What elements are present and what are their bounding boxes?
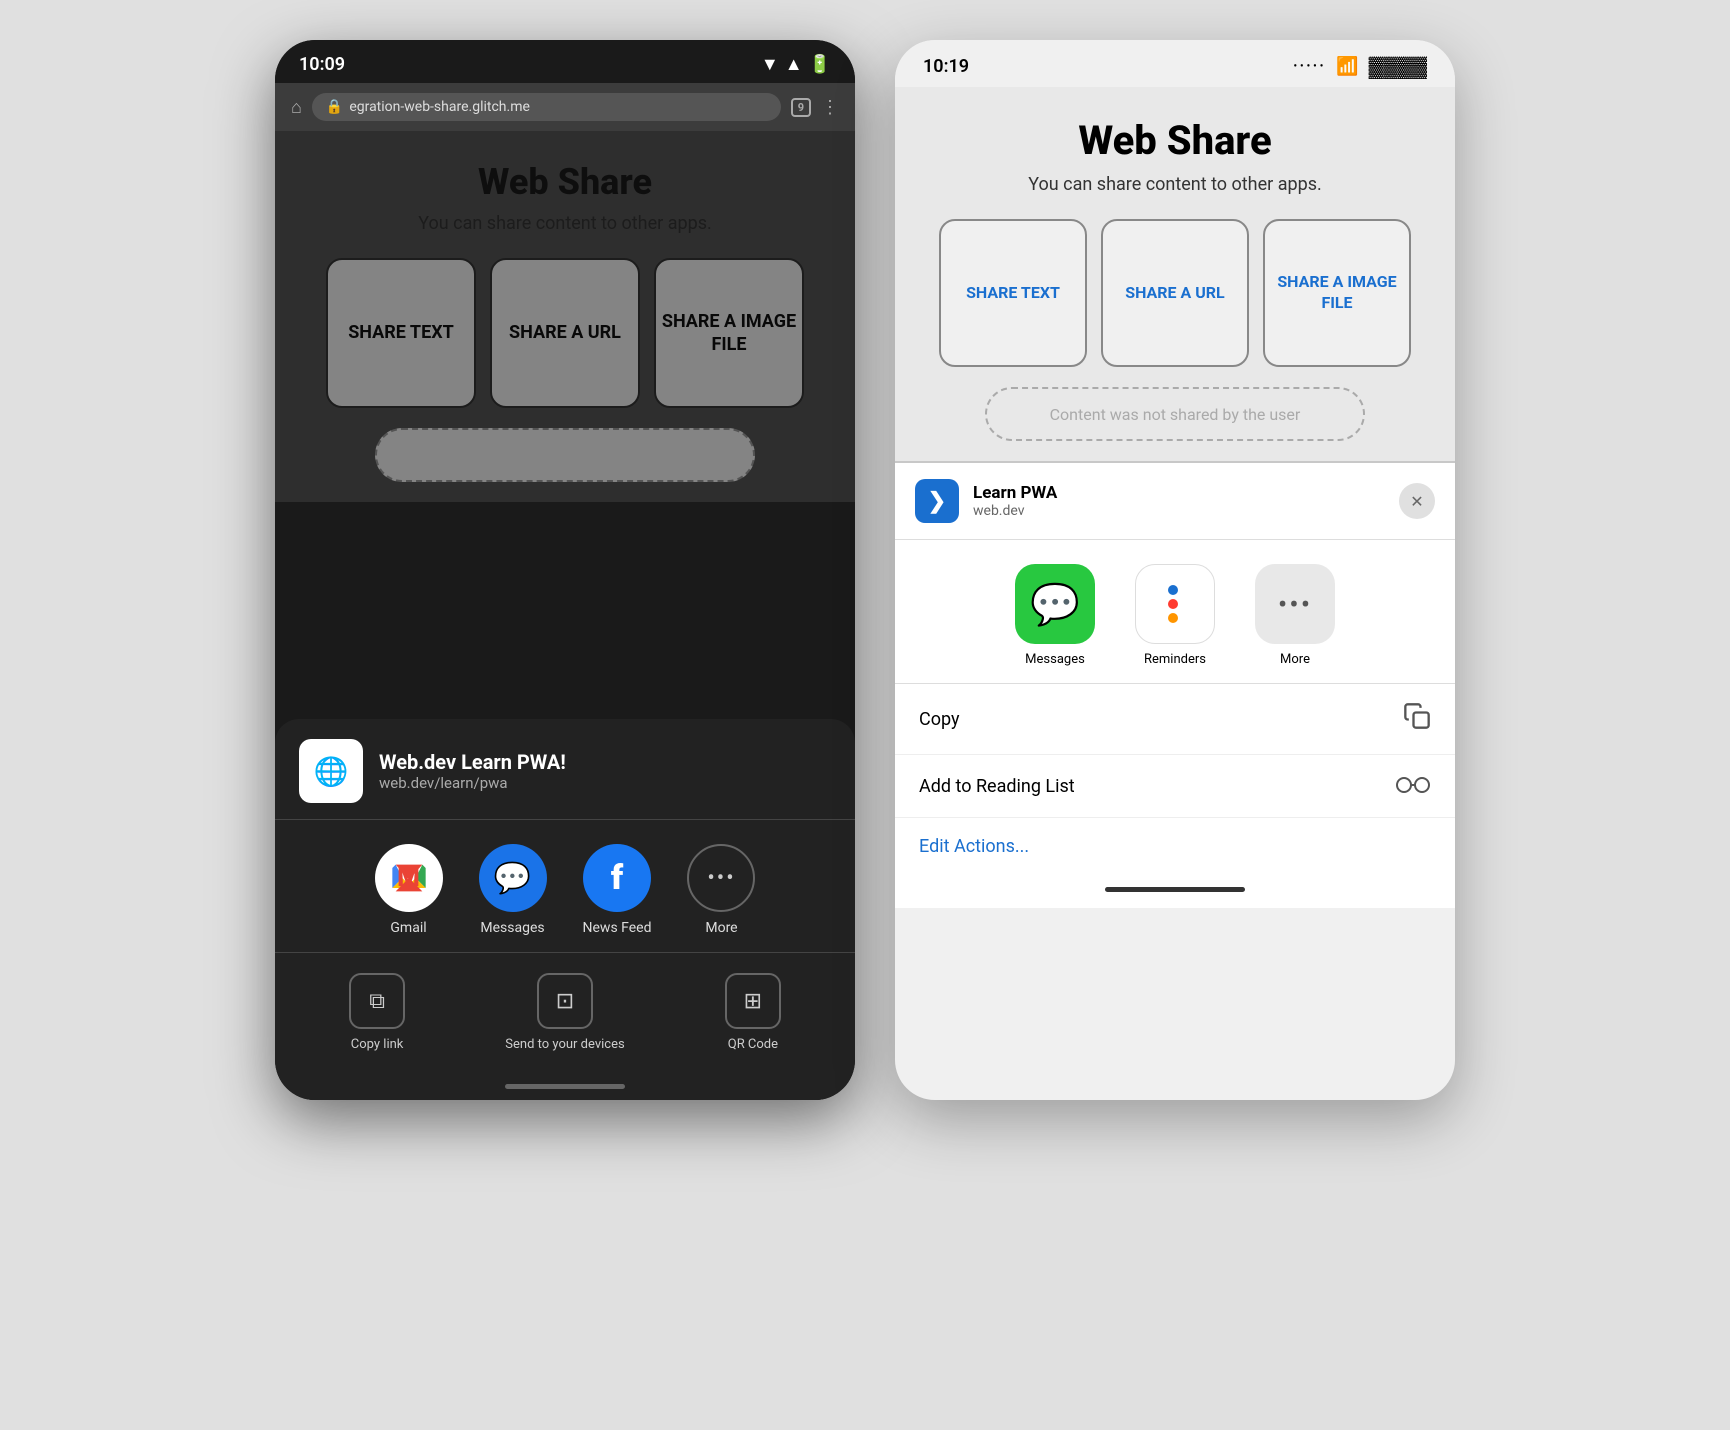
signal-dots-icon: ••••• — [1294, 61, 1327, 72]
ios-home-indicator — [1105, 887, 1245, 892]
ios-reminders-icon — [1135, 564, 1215, 644]
battery-icon: ▓▓▓▓ — [1369, 54, 1427, 79]
ios-share-buttons-row: SHARE TEXT SHARE A URL SHARE A IMAGE FIL… — [925, 219, 1425, 367]
ios-more-icon: ••• — [1255, 564, 1335, 644]
android-statusbar: 10:09 ▼ ▲ 🔋 — [275, 40, 855, 83]
android-phone: 10:09 ▼ ▲ 🔋 ⌂ 🔒 egration-web-share.glitc… — [275, 40, 855, 1100]
address-bar[interactable]: 🔒 egration-web-share.glitch.me — [312, 93, 781, 121]
qr-code-label: QR Code — [728, 1037, 778, 1052]
sharesheet-header: 🌐 Web.dev Learn PWA! web.dev/learn/pwa — [275, 719, 855, 820]
ios-time: 10:19 — [923, 56, 969, 77]
sharesheet-app-icon: 🌐 — [299, 739, 363, 803]
facebook-icon: f — [583, 844, 651, 912]
home-icon[interactable]: ⌂ — [291, 97, 302, 118]
more-label: More — [705, 920, 737, 936]
android-urlbar: ⌂ 🔒 egration-web-share.glitch.me 9 ⋮ — [275, 83, 855, 131]
ios-edit-actions[interactable]: Edit Actions... — [895, 818, 1455, 875]
ios-copy-label: Copy — [919, 709, 960, 730]
ios-messages-icon: 💬 — [1015, 564, 1095, 644]
ios-statusbar: 10:19 ••••• 📶 ▓▓▓▓ — [895, 40, 1455, 87]
ios-action-copy[interactable]: Copy — [895, 684, 1455, 755]
ios-sharesheet-title: Learn PWA web.dev — [973, 483, 1385, 519]
gmail-label: Gmail — [390, 920, 426, 936]
sharesheet-app-more[interactable]: ••• More — [687, 844, 755, 936]
ios-reminders-label: Reminders — [1144, 652, 1206, 667]
menu-icon[interactable]: ⋮ — [821, 97, 839, 118]
sharesheet-apps-row: M Gmail 💬 Messages f News Feed ••• — [275, 820, 855, 953]
gmail-icon: M — [375, 844, 443, 912]
ios-app-name: Learn PWA — [973, 483, 1385, 503]
ios-sharesheet-header: ❯ Learn PWA web.dev ✕ — [895, 463, 1455, 540]
home-bar-line — [505, 1084, 625, 1089]
statusbar-icons: ▼ ▲ 🔋 — [761, 54, 831, 75]
ios-action-reading-list[interactable]: Add to Reading List — [895, 755, 1455, 818]
ios-app-reminders[interactable]: Reminders — [1135, 564, 1215, 667]
ios-share-image-button[interactable]: SHARE A IMAGE FILE — [1263, 219, 1411, 367]
dark-overlay — [275, 131, 855, 502]
sharesheet-title: Web.dev Learn PWA! — [379, 750, 566, 774]
ios-more-label: More — [1280, 652, 1310, 667]
more-icon: ••• — [687, 844, 755, 912]
send-devices-icon: ⊡ — [537, 973, 593, 1029]
android-sharesheet: 🌐 Web.dev Learn PWA! web.dev/learn/pwa — [275, 719, 855, 1100]
action-qr-code[interactable]: ⊞ QR Code — [725, 973, 781, 1052]
sharesheet-app-newsfeed[interactable]: f News Feed — [583, 844, 652, 936]
wifi-icon: 📶 — [1336, 56, 1358, 77]
ios-home-bar — [895, 875, 1455, 908]
messages-icon: 💬 — [479, 844, 547, 912]
ios-reading-list-label: Add to Reading List — [919, 776, 1075, 797]
ios-messages-label: Messages — [1025, 652, 1085, 667]
ios-app-more[interactable]: ••• More — [1255, 564, 1335, 667]
sharesheet-actions: ⧉ Copy link ⊡ Send to your devices ⊞ QR … — [275, 953, 855, 1072]
sharesheet-app-messages[interactable]: 💬 Messages — [479, 844, 547, 936]
action-copy-link[interactable]: ⧉ Copy link — [349, 973, 405, 1052]
qr-code-icon: ⊞ — [725, 973, 781, 1029]
copy-link-icon: ⧉ — [349, 973, 405, 1029]
ios-web-content: Web Share You can share content to other… — [895, 87, 1455, 461]
android-home-bar — [275, 1072, 855, 1100]
wifi-icon: ▼ — [761, 54, 779, 75]
ios-app-messages[interactable]: 💬 Messages — [1015, 564, 1095, 667]
ios-web-title: Web Share — [925, 117, 1425, 164]
ios-status-box: Content was not shared by the user — [985, 387, 1365, 441]
ios-web-subtitle: You can share content to other apps. — [925, 174, 1425, 195]
ios-copy-icon — [1403, 702, 1431, 736]
ios-phone: 10:19 ••••• 📶 ▓▓▓▓ Web Share You can sha… — [895, 40, 1455, 1100]
ios-glasses-icon — [1395, 773, 1431, 799]
sharesheet-app-gmail[interactable]: M Gmail — [375, 844, 443, 936]
newsfeed-label: News Feed — [583, 920, 652, 936]
send-devices-label: Send to your devices — [505, 1037, 624, 1052]
ios-apps-row: 💬 Messages — [895, 540, 1455, 684]
url-text: egration-web-share.glitch.me — [349, 99, 530, 115]
globe-icon: 🌐 — [314, 755, 349, 788]
battery-icon: 🔋 — [809, 54, 831, 75]
messages-label: Messages — [480, 920, 544, 936]
ios-close-button[interactable]: ✕ — [1399, 483, 1435, 519]
ios-statusbar-icons: ••••• 📶 ▓▓▓▓ — [1294, 54, 1427, 79]
ios-status-text: Content was not shared by the user — [1050, 405, 1301, 424]
sharesheet-url: web.dev/learn/pwa — [379, 774, 566, 792]
tabs-badge[interactable]: 9 — [791, 98, 811, 117]
copy-link-label: Copy link — [351, 1037, 404, 1052]
ios-share-text-button[interactable]: SHARE TEXT — [939, 219, 1087, 367]
sharesheet-info: Web.dev Learn PWA! web.dev/learn/pwa — [379, 750, 566, 792]
android-web-content: Web Share You can share content to other… — [275, 131, 855, 502]
action-send-devices[interactable]: ⊡ Send to your devices — [505, 973, 624, 1052]
android-time: 10:09 — [299, 54, 345, 75]
ios-app-icon: ❯ — [915, 479, 959, 523]
ios-edit-actions-label: Edit Actions... — [919, 836, 1029, 857]
ios-share-url-button[interactable]: SHARE A URL — [1101, 219, 1249, 367]
lock-icon: 🔒 — [326, 99, 343, 115]
signal-icon: ▲ — [785, 54, 803, 75]
ios-app-domain: web.dev — [973, 503, 1385, 519]
